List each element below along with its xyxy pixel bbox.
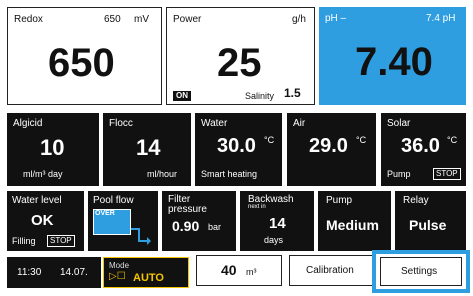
ph-target: 7.4 pH — [426, 13, 456, 24]
redox-tile[interactable]: Redox 650 mV 650 — [7, 7, 162, 105]
pump-label: Pump — [326, 195, 353, 206]
salinity-value: 1.5 — [284, 86, 301, 100]
water-level-value: OK — [31, 212, 54, 229]
ph-tile[interactable]: pH – 7.4 pH 7.40 — [319, 7, 466, 105]
clock-tile: 11:30 14.07. — [7, 257, 101, 288]
algicid-unit: ml/m³ day — [23, 169, 63, 179]
settings-label: Settings — [401, 266, 438, 277]
redox-label: Redox — [14, 14, 43, 25]
water-level-tile[interactable]: Water level OK Filling STOP — [7, 191, 84, 251]
power-tile[interactable]: Power g/h 25 ON Salinity 1.5 — [166, 7, 315, 105]
flow-arrow-icon — [131, 228, 151, 245]
filter-pressure-tile[interactable]: Filter pressure 0.90 bar — [162, 191, 236, 251]
air-label: Air — [293, 118, 306, 129]
water-level-label: Water level — [12, 195, 62, 206]
solar-unit: °C — [447, 135, 458, 145]
mode-value: AUTO — [133, 272, 164, 284]
flocc-value: 14 — [136, 135, 161, 160]
water-unit: °C — [264, 135, 275, 145]
air-unit: °C — [356, 135, 367, 145]
time-display: 11:30 — [17, 267, 42, 278]
power-value: 25 — [217, 41, 262, 85]
relay-value: Pulse — [409, 217, 447, 233]
backwash-value: 14 — [269, 215, 286, 232]
filter-label-2: pressure — [168, 204, 207, 215]
calibration-button[interactable]: Calibration — [289, 255, 373, 286]
solar-label: Solar — [387, 118, 411, 129]
filter-value: 0.90 — [172, 218, 200, 234]
water-value: 30.0 — [217, 135, 256, 157]
water-level-sub: Filling — [12, 236, 36, 246]
pool-flow-diagram: OVER — [93, 209, 151, 245]
relay-tile[interactable]: Relay Pulse — [395, 191, 466, 251]
ph-label: pH – — [325, 13, 347, 24]
air-tile[interactable]: Air 29.0 °C — [287, 113, 376, 186]
algicid-label: Algicid — [13, 118, 43, 129]
calibration-label: Calibration — [306, 265, 354, 276]
pump-value: Medium — [326, 217, 379, 233]
water-sub: Smart heating — [201, 169, 258, 179]
pump-tile[interactable]: Pump Medium — [318, 191, 391, 251]
water-tile[interactable]: Water 30.0 °C Smart heating — [195, 113, 282, 186]
flocc-unit: ml/hour — [147, 169, 178, 179]
volume-value: 40 — [221, 262, 237, 278]
backwash-tile[interactable]: Backwash next in 14 days — [240, 191, 314, 251]
power-on-badge: ON — [173, 91, 191, 101]
backwash-next: next in — [248, 204, 266, 210]
date-display: 14.07. — [60, 267, 88, 278]
ph-value: 7.40 — [355, 40, 433, 84]
redox-value-small: 650 — [104, 14, 121, 25]
algicid-value: 10 — [40, 135, 65, 160]
mode-button[interactable]: Mode ▷☐ AUTO — [103, 257, 189, 288]
water-level-stop-button[interactable]: STOP — [47, 235, 75, 247]
salinity-label: Salinity — [245, 91, 275, 101]
flocc-tile[interactable]: Flocc 14 ml/hour — [103, 113, 191, 186]
volume-unit: m³ — [246, 267, 257, 277]
solar-sub: Pump — [387, 169, 411, 179]
redox-unit: mV — [134, 14, 149, 25]
power-unit: g/h — [292, 14, 306, 25]
flocc-label: Flocc — [109, 118, 133, 129]
filter-unit: bar — [208, 222, 222, 232]
relay-label: Relay — [403, 195, 429, 206]
solar-stop-button[interactable]: STOP — [433, 168, 461, 180]
algicid-tile[interactable]: Algicid 10 ml/m³ day — [7, 113, 99, 186]
mode-play-icon: ▷☐ — [109, 271, 126, 282]
power-label: Power — [173, 14, 202, 25]
pool-flow-tile[interactable]: Pool flow OVER — [88, 191, 158, 251]
redox-value: 650 — [48, 41, 115, 85]
backwash-unit: days — [264, 235, 284, 245]
solar-value: 36.0 — [401, 135, 440, 157]
solar-tile[interactable]: Solar 36.0 °C Pump STOP — [381, 113, 466, 186]
pool-flow-label: Pool flow — [93, 195, 134, 206]
settings-button[interactable]: Settings — [380, 257, 462, 286]
air-value: 29.0 — [309, 135, 348, 157]
volume-tile[interactable]: 40 m³ — [196, 255, 282, 286]
water-label: Water — [201, 118, 228, 129]
